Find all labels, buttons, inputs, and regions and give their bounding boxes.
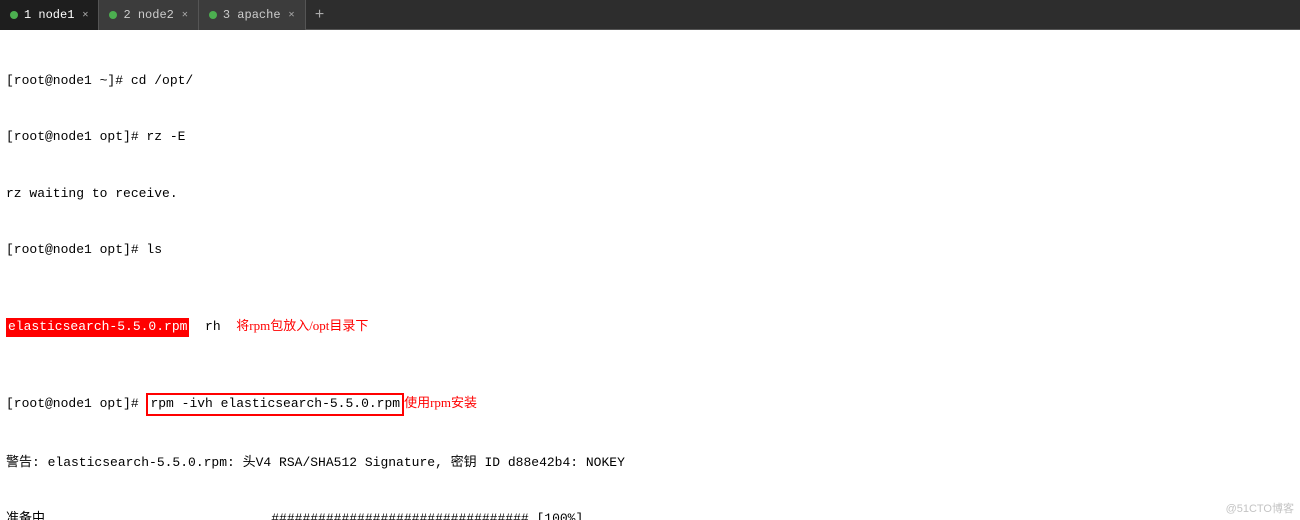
terminal-line: [root@node1 opt]# ls bbox=[6, 241, 1294, 260]
watermark: @51CTO博客 bbox=[1226, 500, 1294, 516]
tab-apache[interactable]: 3 apache ✕ bbox=[199, 0, 306, 30]
rpm-cmd-highlight: rpm -ivh elasticsearch-5.5.0.rpm bbox=[146, 393, 404, 416]
annotation-rpm-copy: 将rpm包放入/opt目录下 bbox=[236, 317, 368, 336]
tab-node1[interactable]: 1 node1 ✕ bbox=[0, 0, 99, 30]
terminal-area[interactable]: [root@node1 ~]# cd /opt/ [root@node1 opt… bbox=[0, 30, 1300, 520]
tab-node2[interactable]: 2 node2 ✕ bbox=[99, 0, 198, 30]
tab-bar: 1 node1 ✕ 2 node2 ✕ 3 apache ✕ + bbox=[0, 0, 1300, 30]
tab-dot-2 bbox=[109, 11, 117, 19]
tab-close-3[interactable]: ✕ bbox=[289, 9, 295, 21]
terminal-line: 准备中... #################################… bbox=[6, 510, 1294, 520]
tab-label-1: 1 node1 bbox=[24, 8, 74, 22]
tab-label-3: 3 apache bbox=[223, 8, 281, 22]
tab-add-button[interactable]: + bbox=[306, 0, 334, 30]
terminal-line: [root@node1 ~]# cd /opt/ bbox=[6, 72, 1294, 91]
tab-dot-3 bbox=[209, 11, 217, 19]
tab-close-1[interactable]: ✕ bbox=[82, 9, 88, 21]
terminal-line-ls: elasticsearch-5.5.0.rpm rh 将rpm包放入/opt目录… bbox=[6, 317, 1294, 337]
terminal-line: [root@node1 opt]# rz -E bbox=[6, 128, 1294, 147]
terminal-line: rz waiting to receive. bbox=[6, 185, 1294, 204]
annotation-rpm-install: 使用rpm安装 bbox=[404, 394, 477, 413]
tab-dot-1 bbox=[10, 11, 18, 19]
rpm-filename-highlight: elasticsearch-5.5.0.rpm bbox=[6, 318, 189, 337]
terminal-line: 警告: elasticsearch-5.5.0.rpm: 头V4 RSA/SHA… bbox=[6, 454, 1294, 473]
terminal-line-rpm: [root@node1 opt]# rpm -ivh elasticsearch… bbox=[6, 393, 1294, 416]
tab-label-2: 2 node2 bbox=[123, 8, 173, 22]
tab-close-2[interactable]: ✕ bbox=[182, 9, 188, 21]
